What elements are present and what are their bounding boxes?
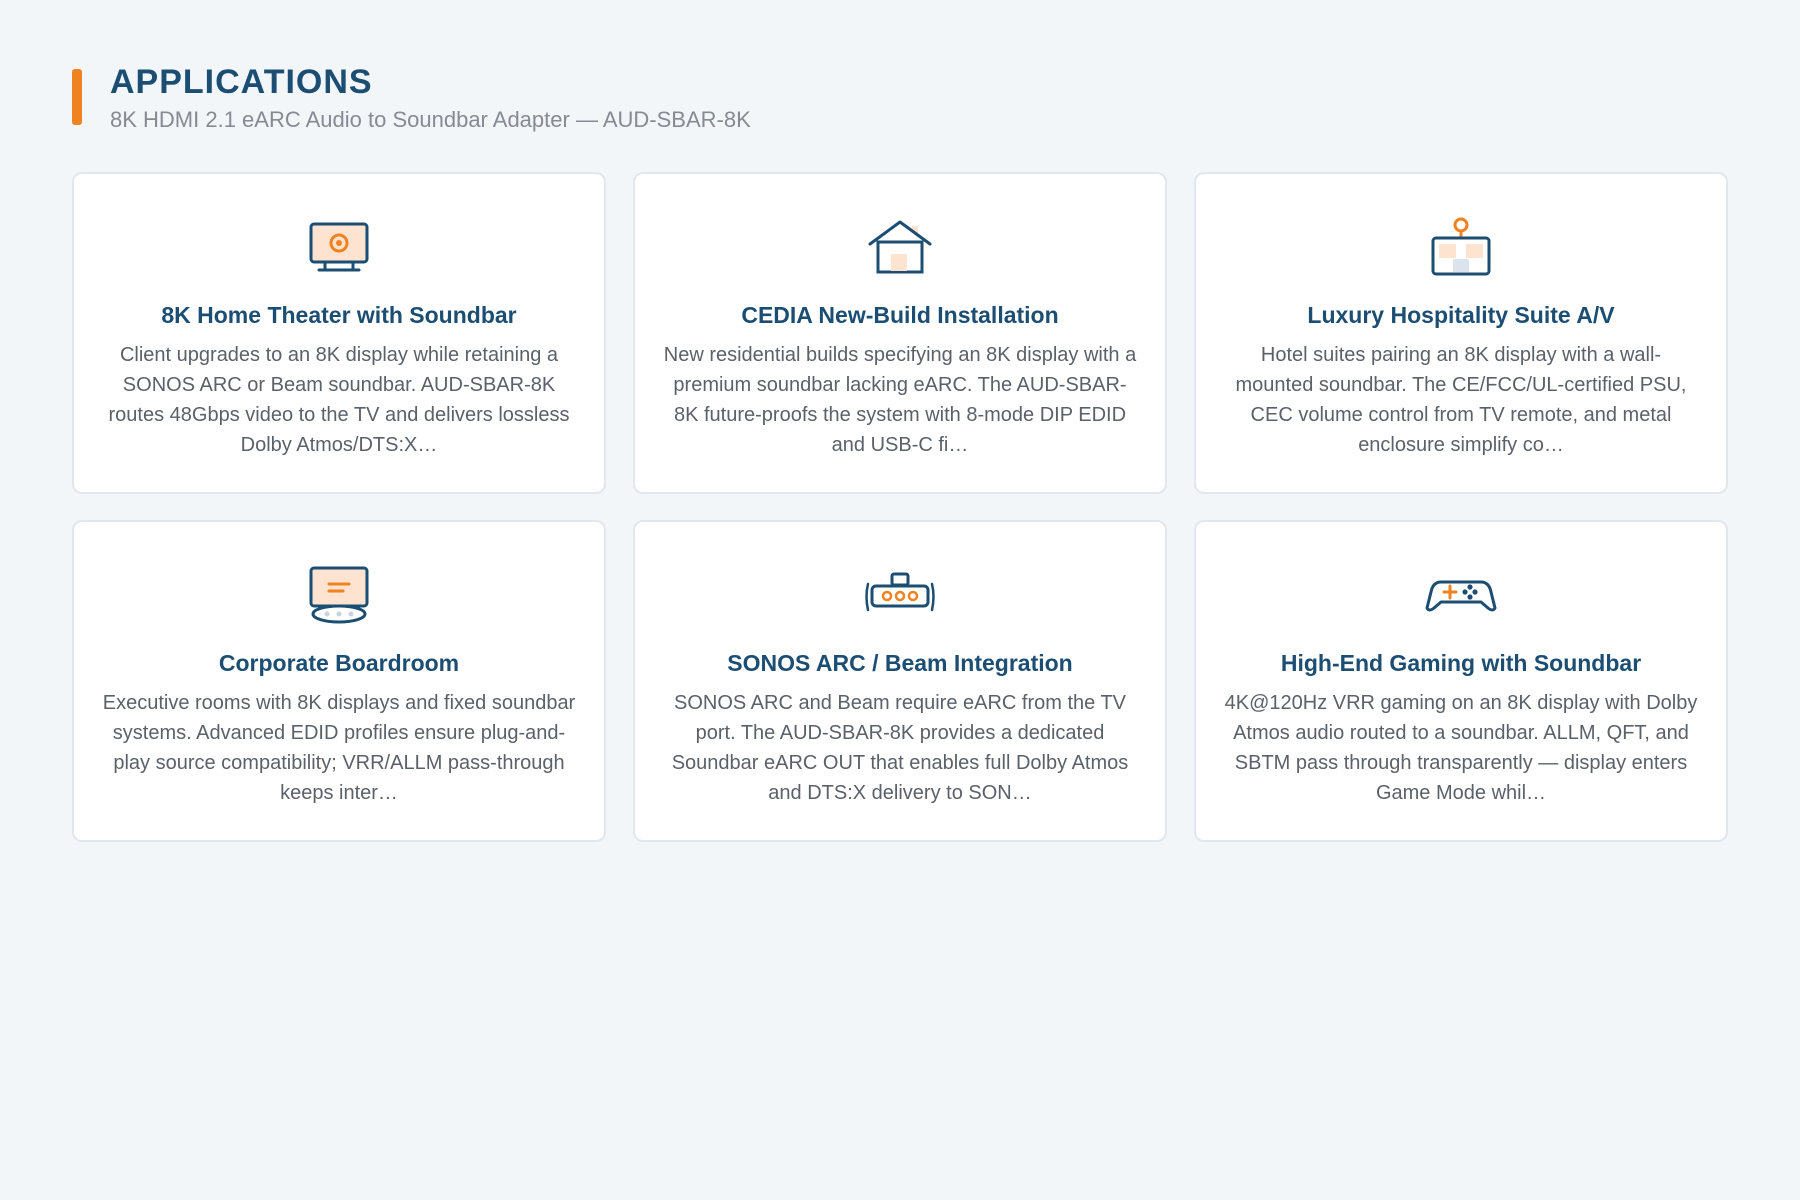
card-description: Client upgrades to an 8K display while r… [108,344,570,456]
house-icon [868,220,932,274]
card-description: SONOS ARC and Beam require eARC from the… [671,692,1129,804]
application-card: Corporate Boardroom Executive rooms with… [72,520,606,842]
application-card: SONOS ARC / Beam Integration SONOS ARC a… [633,520,1167,842]
application-card: 8K Home Theater with Soundbar Client upg… [72,172,606,494]
boardroom-icon [309,566,369,624]
tv-display-icon [309,222,369,272]
card-title: CEDIA New-Build Installation [741,302,1059,328]
card-title: Corporate Boardroom [218,650,460,676]
page-title: APPLICATIONS [110,63,373,101]
application-card: Luxury Hospitality Suite A/V Hotel suite… [1194,172,1728,494]
card-description: Executive rooms with 8K displays and fix… [102,692,576,804]
application-card: CEDIA New-Build Installation New residen… [633,172,1167,494]
page-subtitle: 8K HDMI 2.1 eARC Audio to Soundbar Adapt… [110,107,751,132]
soundbar-icon [865,572,935,612]
applications-grid: 8K Home Theater with Soundbar Client upg… [72,172,1728,842]
application-card: High-End Gaming with Soundbar 4K@120Hz V… [1194,520,1728,842]
card-description: 4K@120Hz VRR gaming on an 8K display wit… [1224,692,1698,804]
card-title: High-End Gaming with Soundbar [1280,650,1642,676]
card-title: 8K Home Theater with Soundbar [161,302,517,328]
card-description: New residential builds specifying an 8K … [663,344,1137,456]
card-description: Hotel suites pairing an 8K display with … [1235,344,1687,456]
card-title: Luxury Hospitality Suite A/V [1307,302,1615,328]
hotel-suite-icon [1431,217,1491,276]
header-accent-bar [72,69,82,125]
card-title: SONOS ARC / Beam Integration [727,650,1073,676]
gamepad-icon [1425,580,1497,612]
